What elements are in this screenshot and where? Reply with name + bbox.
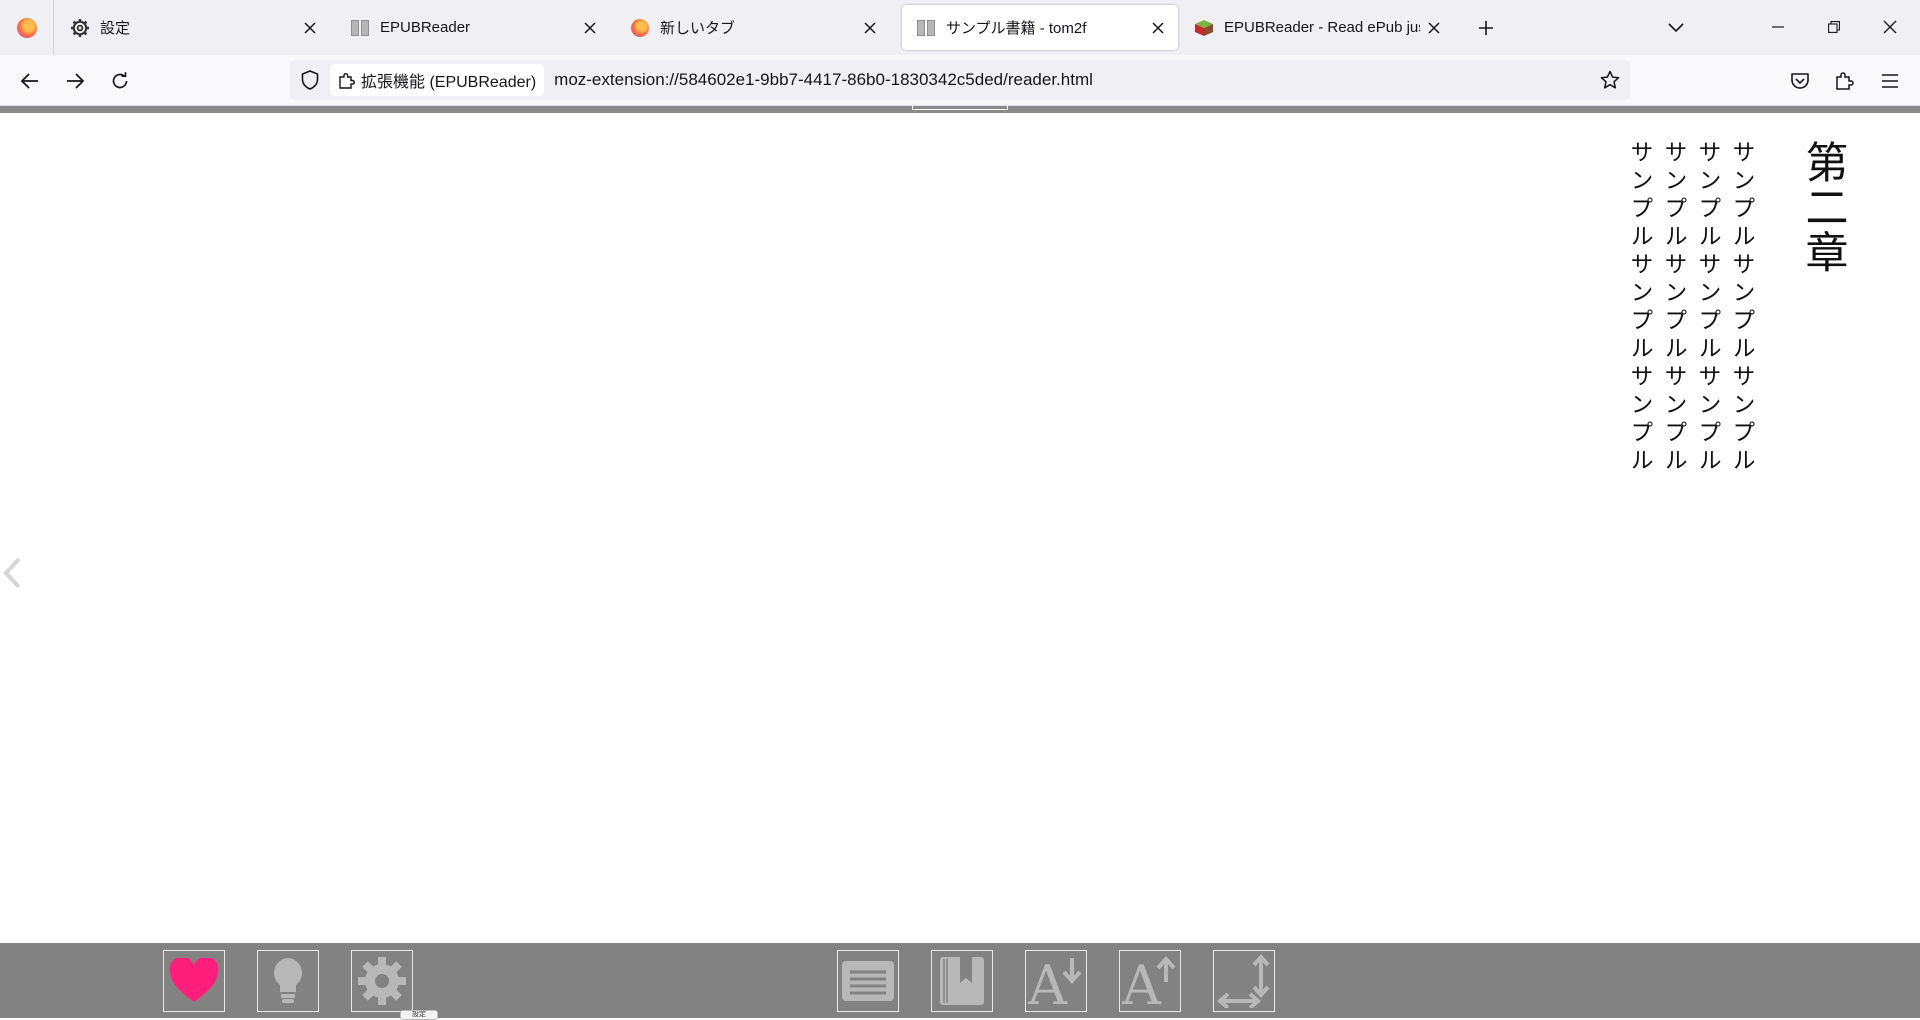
tab-new-tab[interactable]: 新しいタブ [616,5,890,50]
url-text[interactable]: moz-extension://584602e1-9bb7-4417-86b0-… [554,70,1590,90]
top-bar-toggle-handle[interactable] [912,106,1008,110]
close-icon[interactable] [1420,14,1448,42]
donate-heart-button[interactable] [163,950,225,1012]
font-increase-button[interactable]: A [1119,950,1181,1012]
new-tab-button[interactable] [1470,12,1502,44]
hamburger-menu-icon [1882,74,1898,88]
minimize-icon [1772,26,1784,28]
svg-text:A: A [1028,954,1068,1008]
body-text-line: サンプルサンプルサンプル [1728,140,1754,476]
reader-toolbar: A A [0,943,1920,1018]
tab-label: 新しいタブ [660,20,736,37]
tab-epubreader-store[interactable]: EPUBReader - Read ePub just in [1180,5,1454,50]
list-all-tabs-button[interactable] [1660,12,1692,44]
extension-identity-chip[interactable]: 拡張機能 (EPUBReader) [330,64,545,96]
close-icon[interactable] [576,14,604,42]
plus-icon [1479,21,1493,35]
reload-button[interactable] [102,63,138,99]
address-bar[interactable]: 拡張機能 (EPUBReader) moz-extension://584602… [290,60,1630,100]
close-icon [1883,20,1897,34]
close-icon[interactable] [296,14,324,42]
back-button[interactable] [12,63,48,99]
settings-button[interactable] [351,950,413,1012]
extension-label: 拡張機能 (EPUBReader) [361,74,537,91]
font-decrease-button[interactable]: A [1025,950,1087,1012]
minimize-button[interactable] [1756,8,1800,46]
close-icon[interactable] [856,14,884,42]
chapter-title: 第二章 [1798,140,1848,275]
pocket-icon [1791,73,1809,89]
font-increase-icon: A [1122,954,1176,1008]
app-menu-button[interactable] [1872,63,1908,99]
puzzle-piece-icon [1836,72,1854,90]
tab-label: 設定 [100,20,131,37]
heart-icon [169,958,219,1002]
body-text-line: サンプルサンプルサンプル [1660,140,1686,476]
restore-icon [1828,21,1840,33]
close-window-button[interactable] [1868,8,1912,46]
toc-button[interactable] [837,950,899,1012]
previous-page-button[interactable] [2,555,22,591]
font-decrease-icon: A [1028,954,1082,1008]
tooltip: 設定 [400,1010,438,1020]
bookmark-star-icon[interactable] [1590,60,1630,100]
lightbulb-icon [273,958,303,1003]
reload-icon [112,72,128,89]
tips-button[interactable] [257,950,319,1012]
firefox-icon [16,17,37,38]
firefox-view-button[interactable] [0,0,54,55]
body-text-line: サンプルサンプルサンプル [1626,140,1652,476]
bookmark-icon [940,957,984,1005]
restore-button[interactable] [1812,8,1856,46]
gear-icon [358,957,406,1005]
vertical-text-page: 第二章 サンプルサンプルサンプル サンプルサンプルサンプル サンプルサンプルサン… [1622,140,1850,520]
book-icon [350,18,370,38]
forward-arrow-icon [67,73,84,89]
bookmark-button[interactable] [931,950,993,1012]
chevron-left-icon [3,557,21,589]
list-icon [842,961,894,1001]
tab-label: EPUBReader - Read ePub just in [1224,19,1420,36]
tab-strip: 設定 EPUBReader 新しいタブ サンプル書籍 - tom2f EPUBR… [0,0,1920,55]
body-text-line: サンプルサンプルサンプル [1694,140,1720,476]
forward-button[interactable] [57,63,93,99]
tab-sample-book[interactable]: サンプル書籍 - tom2f [902,5,1178,50]
navigation-bar: 拡張機能 (EPUBReader) moz-extension://584602… [0,55,1920,106]
tab-settings[interactable]: 設定 [56,5,330,50]
svg-text:A: A [1122,954,1162,1008]
tab-label: EPUBReader [380,19,471,36]
book-icon [916,18,936,38]
epubreader-logo-icon [1194,18,1214,38]
pocket-button[interactable] [1782,63,1818,99]
back-arrow-icon [21,73,38,89]
extensions-button[interactable] [1826,63,1862,99]
tracking-protection-shield-icon[interactable] [290,60,330,100]
tab-epubreader[interactable]: EPUBReader [336,5,610,50]
layout-button[interactable] [1213,950,1275,1012]
puzzle-piece-icon [339,72,355,89]
gear-icon [70,18,90,38]
close-icon[interactable] [1144,14,1172,42]
resize-arrows-icon [1217,954,1270,1008]
chevron-down-icon [1668,23,1684,33]
tab-label: サンプル書籍 - tom2f [946,20,1087,37]
firefox-icon [630,18,650,38]
